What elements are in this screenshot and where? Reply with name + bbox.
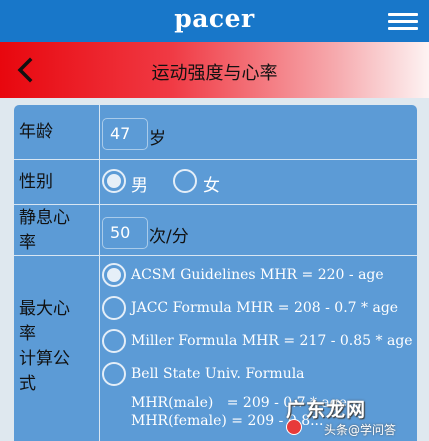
gender-male-radio[interactable]: [102, 169, 126, 193]
gender-female-radio[interactable]: [173, 169, 197, 193]
max-hr-label-line: 式: [19, 374, 36, 394]
age-input[interactable]: 47: [102, 118, 148, 150]
gender-options: 男 女: [101, 160, 417, 204]
formula-acsm-radio[interactable]: [102, 263, 126, 287]
formula-miller-radio[interactable]: [102, 329, 126, 353]
max-hr-formula-label: 最大心 率 计算公 式: [14, 256, 100, 441]
resting-hr-row: 静息心 率 50 次/分: [14, 205, 417, 256]
formula-acsm-label[interactable]: ACSM Guidelines MHR = 220 - age: [131, 267, 384, 283]
watermark-badge-icon: [286, 419, 302, 435]
max-hr-label-line: 率: [19, 324, 36, 344]
gender-male-label[interactable]: 男: [131, 171, 148, 196]
title-bar: 运动强度与心率: [0, 42, 429, 98]
formula-jacc-radio[interactable]: [102, 296, 126, 320]
formula-miller-label[interactable]: Miller Formula MHR = 217 - 0.85 * age: [131, 333, 413, 349]
heart-rate-form: 年龄 47 岁 性别 男 女 静息心 率 50 次/分 最大心 率 计算公 式 …: [14, 105, 417, 441]
max-hr-label-line: 最大心: [19, 299, 70, 319]
formula-bell-label[interactable]: Bell State Univ. Formula: [131, 366, 305, 382]
menu-bar: [388, 27, 418, 30]
brand-logo: pacer: [174, 4, 255, 33]
age-row: 年龄 47 岁: [14, 105, 417, 160]
formula-jacc-label[interactable]: JACC Formula MHR = 208 - 0.7 * age: [131, 300, 398, 316]
gender-female-label[interactable]: 女: [203, 171, 220, 196]
resting-hr-label-line2: 率: [19, 233, 36, 253]
resting-hr-unit: 次/分: [149, 227, 189, 247]
gender-label: 性别: [14, 160, 100, 204]
age-label: 年龄: [14, 105, 100, 159]
age-unit: 岁: [149, 129, 166, 149]
page-title: 运动强度与心率: [151, 63, 278, 84]
menu-bar: [388, 20, 418, 23]
resting-hr-label: 静息心 率: [14, 205, 100, 255]
max-hr-label-line: 计算公: [19, 349, 70, 369]
resting-hr-label-line1: 静息心: [19, 208, 70, 228]
age-value-cell: 47 岁: [101, 105, 417, 159]
watermark-logo: 广东龙网: [286, 399, 367, 421]
resting-hr-input[interactable]: 50: [102, 217, 148, 249]
app-header: pacer: [0, 0, 429, 42]
watermark-subtext: 头条@学问答: [324, 423, 397, 437]
watermark: 广东龙网 头条@学问答: [282, 395, 429, 441]
hamburger-icon[interactable]: [388, 13, 418, 31]
gender-row: 性别 男 女: [14, 160, 417, 205]
menu-bar: [388, 13, 418, 16]
formula-bell-radio[interactable]: [102, 362, 126, 386]
resting-hr-value-cell: 50 次/分: [101, 205, 417, 255]
